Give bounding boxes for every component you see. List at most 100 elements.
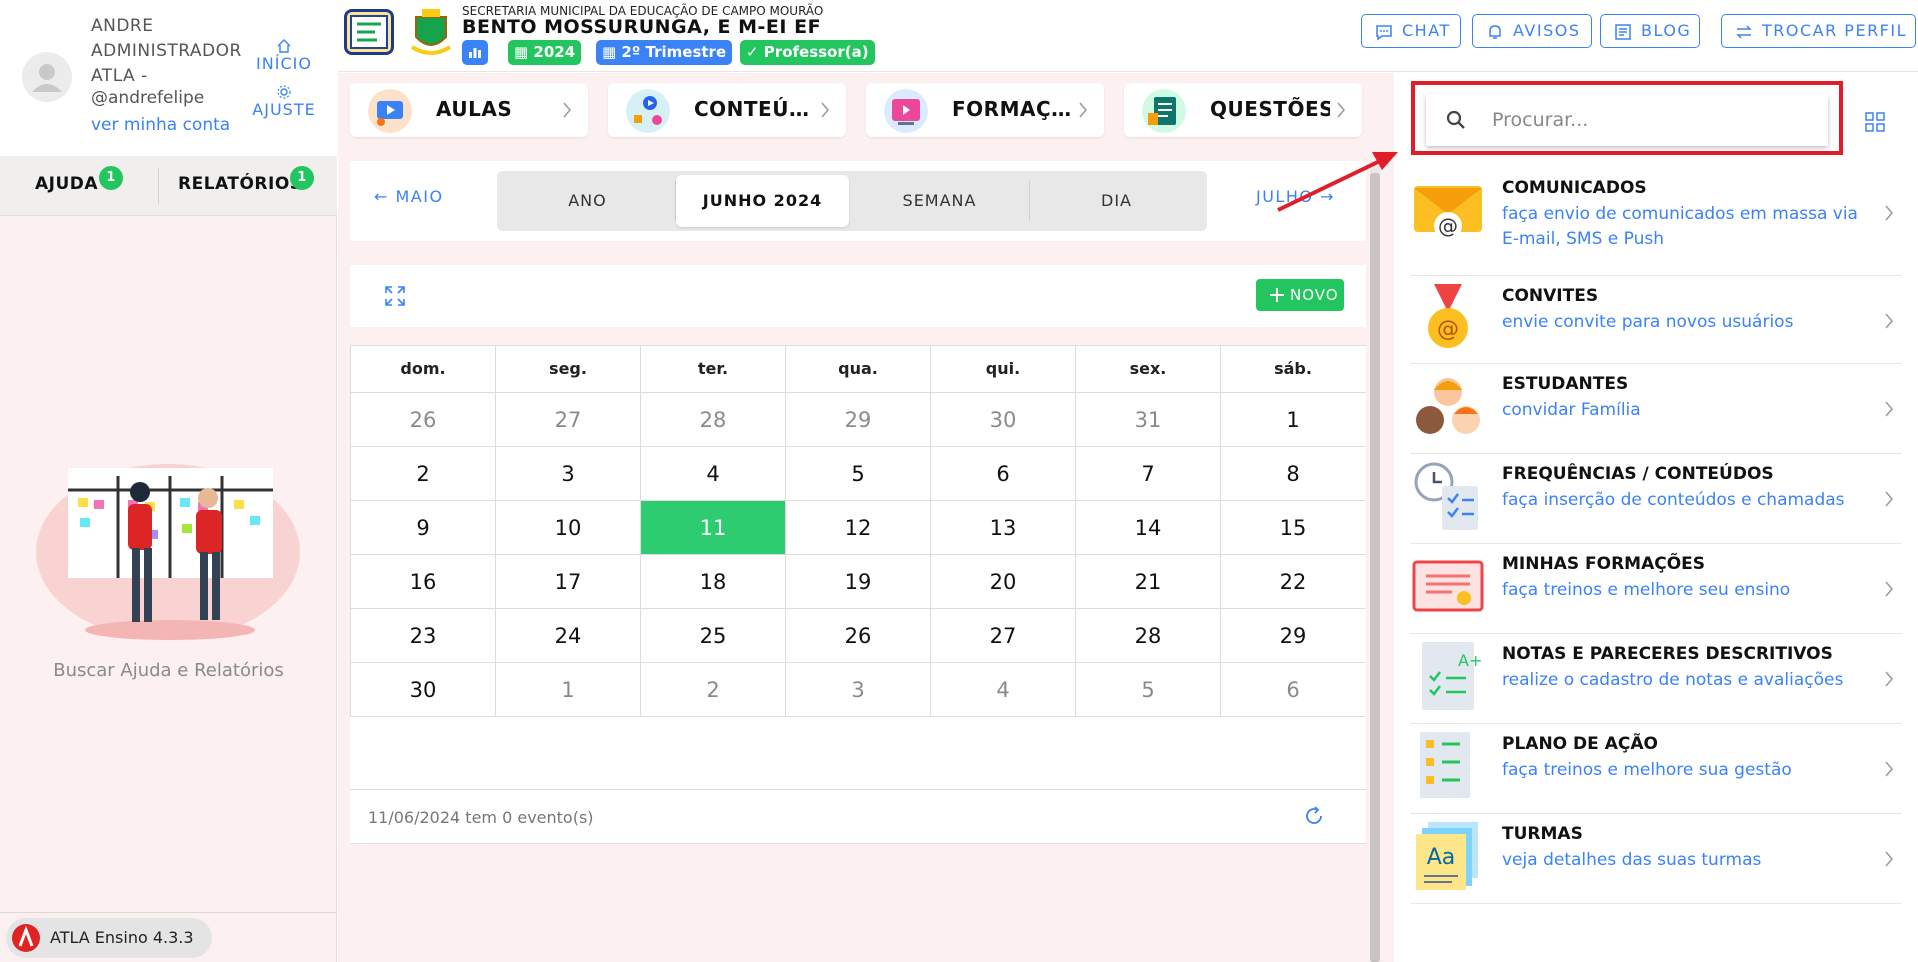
calendar-day[interactable]: 4 xyxy=(930,663,1075,717)
category-card-aulas[interactable]: AULAS xyxy=(350,83,588,137)
view-week-button[interactable]: SEMANA xyxy=(853,175,1026,227)
year-badge[interactable]: ▦ 2024 xyxy=(508,40,582,65)
role-badge[interactable]: ✓ Professor(a) xyxy=(740,40,875,65)
calendar-day[interactable]: 22 xyxy=(1220,555,1365,609)
category-card-conteudos[interactable]: CONTEÚ… xyxy=(608,83,846,137)
calendar-day[interactable]: 5 xyxy=(1075,663,1220,717)
calendar-day[interactable]: 28 xyxy=(1075,609,1220,663)
next-month-button[interactable]: JULHO → xyxy=(1256,187,1335,206)
svg-text:@: @ xyxy=(1438,214,1458,238)
tab-reports[interactable]: RELATÓRIOS 1 xyxy=(178,166,314,194)
calendar-day[interactable]: 13 xyxy=(930,501,1075,555)
category-label: AULAS xyxy=(436,97,513,121)
gear-icon xyxy=(277,85,291,99)
quick-link-comunicados[interactable]: @ COMUNICADOS faça envio de comunicados … xyxy=(1410,168,1902,276)
calendar-day[interactable]: 23 xyxy=(350,609,495,663)
quick-link-notas[interactable]: A+ NOTAS E PARECERES DESCRITIVOS realize… xyxy=(1410,634,1902,724)
previous-month-button[interactable]: ← MAIO xyxy=(374,187,444,206)
calendar-day[interactable]: 7 xyxy=(1075,447,1220,501)
view-day-button[interactable]: DIA xyxy=(1030,175,1203,227)
new-event-button[interactable]: NOVO xyxy=(1256,279,1344,311)
alerts-button[interactable]: AVISOS xyxy=(1472,14,1592,48)
account-link[interactable]: ver minha conta xyxy=(91,115,230,135)
calendar-day[interactable]: 26 xyxy=(350,393,495,447)
weekday-header-cell: qui. xyxy=(930,346,1075,394)
switch-profile-button[interactable]: TROCAR PERFIL xyxy=(1721,14,1916,48)
calendar-day[interactable]: 1 xyxy=(1220,393,1365,447)
quick-link-title: NOTAS E PARECERES DESCRITIVOS xyxy=(1502,644,1833,664)
calendar-day[interactable]: 2 xyxy=(350,447,495,501)
calendar-day[interactable]: 27 xyxy=(930,609,1075,663)
bar-chart-icon xyxy=(469,48,481,58)
view-year-button[interactable]: ANO xyxy=(501,175,674,227)
calendar-day[interactable]: 17 xyxy=(495,555,640,609)
attendance-icon xyxy=(1414,462,1478,530)
questions-icon xyxy=(1142,89,1186,133)
calendar-day[interactable]: 26 xyxy=(785,609,930,663)
quick-link-plano-acao[interactable]: PLANO DE AÇÃO faça treinos e melhore sua… xyxy=(1410,724,1902,814)
chevron-right-icon xyxy=(1885,671,1893,687)
calendar-day[interactable]: 8 xyxy=(1220,447,1365,501)
quick-link-turmas[interactable]: Aa TURMAS veja detalhes das suas turmas xyxy=(1410,814,1902,904)
quick-link-convites[interactable]: @ CONVITES envie convite para novos usuá… xyxy=(1410,276,1902,364)
weekday-header-cell: ter. xyxy=(640,346,785,394)
calendar-day-selected[interactable]: 11 xyxy=(640,501,785,555)
refresh-icon[interactable] xyxy=(1302,804,1326,828)
quick-link-frequencias[interactable]: FREQUÊNCIAS / CONTEÚDOS faça inserção de… xyxy=(1410,454,1902,544)
calendar-day[interactable]: 6 xyxy=(930,447,1075,501)
category-card-formacoes[interactable]: FORMAÇ… xyxy=(866,83,1104,137)
quick-link-title: CONVITES xyxy=(1502,286,1599,306)
calendar-day[interactable]: 2 xyxy=(640,663,785,717)
calendar-day[interactable]: 29 xyxy=(785,393,930,447)
calendar-day[interactable]: 18 xyxy=(640,555,785,609)
role-label: Professor(a) xyxy=(763,43,869,61)
calendar-day[interactable]: 16 xyxy=(350,555,495,609)
calendar-day[interactable]: 5 xyxy=(785,447,930,501)
version-badge[interactable]: ATLA Ensino 4.3.3 xyxy=(6,918,212,958)
calendar-day[interactable]: 31 xyxy=(1075,393,1220,447)
avatar[interactable] xyxy=(22,52,72,102)
stats-button[interactable] xyxy=(462,40,488,65)
calendar-day[interactable]: 14 xyxy=(1075,501,1220,555)
chat-button[interactable]: CHAT xyxy=(1361,14,1461,48)
settings-link[interactable]: AJUSTE xyxy=(248,84,320,119)
home-label: INÍCIO xyxy=(256,54,312,73)
calendar-footer: 11/06/2024 tem 0 evento(s) xyxy=(350,789,1366,843)
calendar-day[interactable]: 3 xyxy=(495,447,640,501)
calendar-day[interactable]: 25 xyxy=(640,609,785,663)
calendar-day[interactable]: 15 xyxy=(1220,501,1365,555)
calendar-day[interactable]: 27 xyxy=(495,393,640,447)
calendar-day[interactable]: 1 xyxy=(495,663,640,717)
calendar-day[interactable]: 24 xyxy=(495,609,640,663)
home-link[interactable]: INÍCIO xyxy=(248,38,320,73)
tab-help[interactable]: AJUDA 1 xyxy=(35,166,123,194)
calendar-day[interactable]: 20 xyxy=(930,555,1075,609)
calendar-day[interactable]: 28 xyxy=(640,393,785,447)
calendar-day[interactable]: 9 xyxy=(350,501,495,555)
grid-view-icon[interactable] xyxy=(1864,111,1886,133)
quick-link-formacoes[interactable]: MINHAS FORMAÇÕES faça treinos e melhore … xyxy=(1410,544,1902,634)
calendar-day[interactable]: 4 xyxy=(640,447,785,501)
calendar-day[interactable]: 19 xyxy=(785,555,930,609)
term-badge[interactable]: ▦ 2º Trimestre xyxy=(596,40,733,65)
quick-link-estudantes[interactable]: ESTUDANTES convidar Família xyxy=(1410,364,1902,454)
bell-icon xyxy=(1489,25,1501,39)
search-input[interactable] xyxy=(1492,104,1812,136)
calendar-day[interactable]: 21 xyxy=(1075,555,1220,609)
view-month-button[interactable]: JUNHO 2024 xyxy=(676,175,849,227)
user-icon xyxy=(32,64,62,92)
scrollbar-thumb[interactable] xyxy=(1370,173,1380,962)
school-name: BENTO MOSSURUNGA, E M-EI EF xyxy=(462,16,822,38)
calendar-day[interactable]: 30 xyxy=(350,663,495,717)
help-count-badge: 1 xyxy=(99,166,123,190)
calendar-day[interactable]: 12 xyxy=(785,501,930,555)
year-label: 2024 xyxy=(533,43,576,61)
calendar-day[interactable]: 29 xyxy=(1220,609,1365,663)
category-card-questoes[interactable]: QUESTÕES xyxy=(1124,83,1362,137)
blog-button[interactable]: BLOG xyxy=(1600,14,1700,48)
calendar-day[interactable]: 10 xyxy=(495,501,640,555)
calendar-day[interactable]: 30 xyxy=(930,393,1075,447)
expand-icon[interactable] xyxy=(384,285,406,307)
calendar-day[interactable]: 6 xyxy=(1220,663,1365,717)
calendar-day[interactable]: 3 xyxy=(785,663,930,717)
